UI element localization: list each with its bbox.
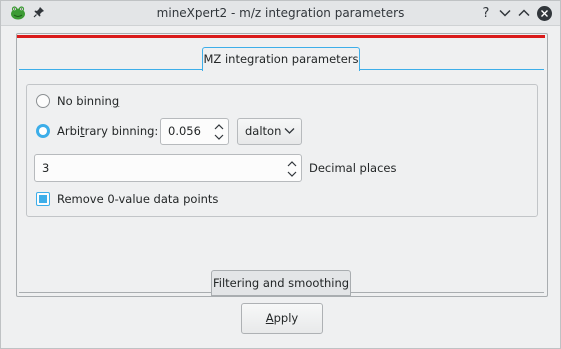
pin-icon[interactable] xyxy=(33,6,45,18)
title-bar[interactable]: mineXpert2 - m/z integration parameters … xyxy=(1,1,560,26)
window-title: mineXpert2 - m/z integration parameters xyxy=(156,6,405,20)
bin-size-spinbox[interactable]: 0.056 xyxy=(160,118,229,145)
red-status-line xyxy=(17,35,545,38)
spin-arrows-icon[interactable] xyxy=(214,122,224,142)
decimal-places-label: Decimal places xyxy=(309,161,397,175)
chevron-down-icon xyxy=(499,9,511,17)
close-button[interactable] xyxy=(536,5,552,21)
no-binning-radio[interactable] xyxy=(36,94,50,108)
remove-zero-checkbox[interactable] xyxy=(36,192,50,206)
arbitrary-binning-radio[interactable] xyxy=(36,124,50,138)
checkbox-check-mark xyxy=(39,195,47,203)
bin-size-value[interactable]: 0.056 xyxy=(168,119,201,144)
tab-mz-integration-parameters[interactable]: MZ integration parameters xyxy=(202,47,360,71)
tab-filtering-and-smoothing[interactable]: Filtering and smoothing xyxy=(211,270,351,296)
help-button[interactable]: ? xyxy=(478,5,494,21)
spin-arrows-icon[interactable] xyxy=(287,159,297,179)
decimal-places-value[interactable]: 3 xyxy=(42,155,49,181)
minimize-button[interactable] xyxy=(497,5,513,21)
dialog-window: mineXpert2 - m/z integration parameters … xyxy=(0,0,561,349)
minexpert-app-icon[interactable] xyxy=(10,5,26,20)
unit-combobox[interactable]: dalton xyxy=(237,118,302,145)
no-binning-label[interactable]: No binning xyxy=(57,94,119,108)
apply-button[interactable]: Apply xyxy=(241,303,323,334)
decimal-places-spinbox[interactable]: 3 xyxy=(34,154,302,182)
remove-zero-label[interactable]: Remove 0-value data points xyxy=(57,192,218,206)
maximize-button[interactable] xyxy=(516,5,532,21)
help-icon: ? xyxy=(482,5,490,21)
chevron-down-icon xyxy=(284,128,295,134)
arbitrary-binning-label[interactable]: Arbitrary binning: xyxy=(57,124,158,138)
close-icon xyxy=(536,5,552,21)
chevron-up-icon xyxy=(518,9,530,17)
unit-selected-value: dalton xyxy=(245,124,282,138)
